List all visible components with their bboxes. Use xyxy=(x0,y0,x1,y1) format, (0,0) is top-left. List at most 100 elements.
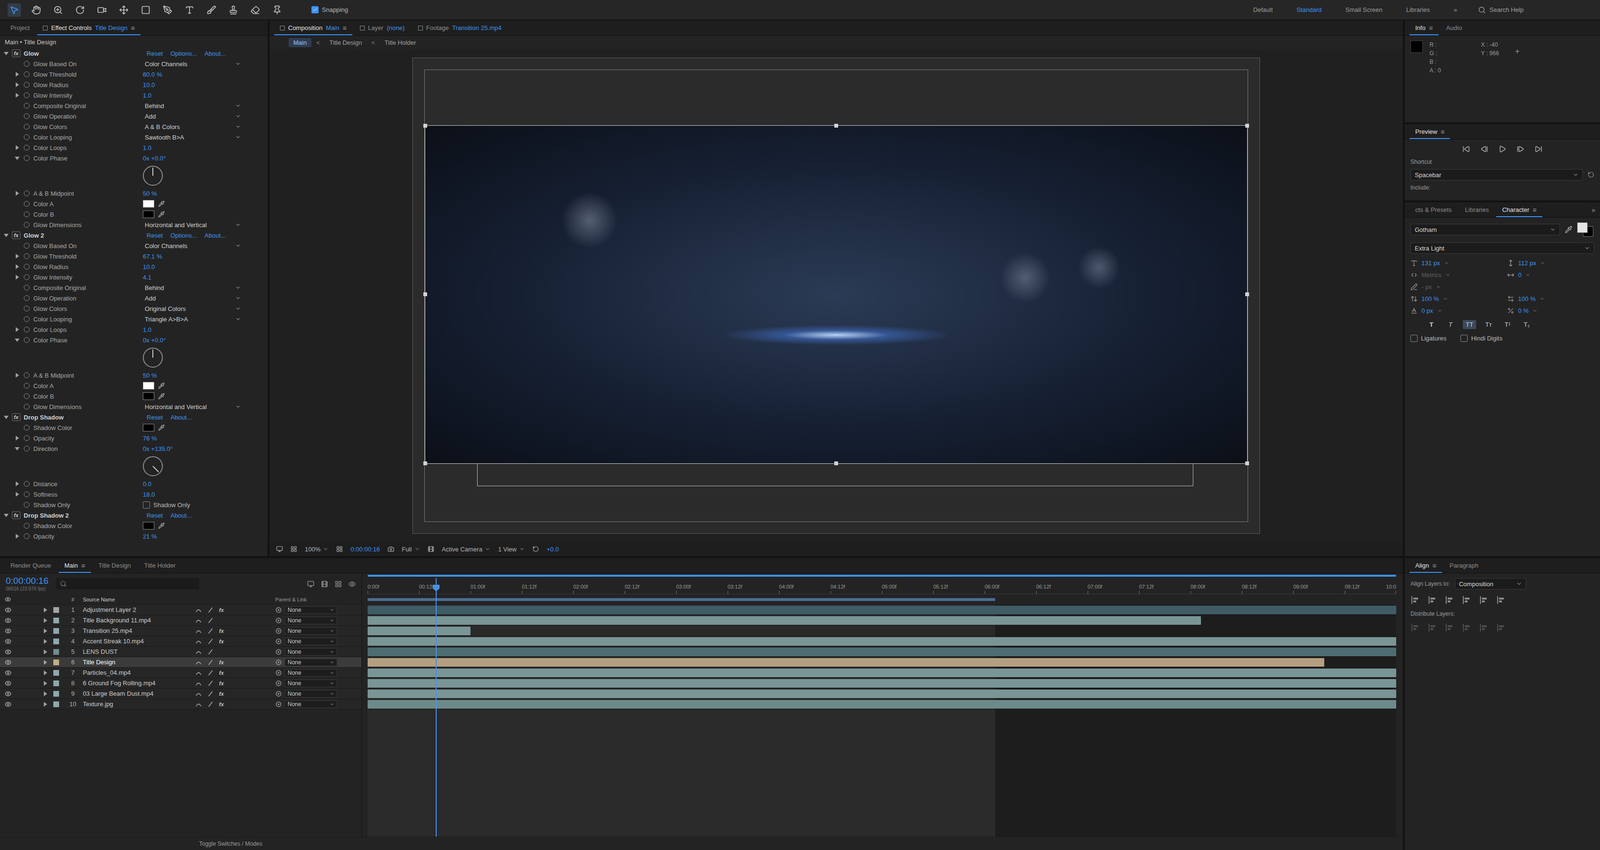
zoom-select[interactable]: 100% xyxy=(304,545,329,553)
breadcrumb[interactable]: Main xyxy=(288,38,312,48)
lock-icon[interactable] xyxy=(280,25,285,31)
stopwatch-icon[interactable] xyxy=(23,491,30,498)
eyedropper-icon[interactable] xyxy=(158,522,165,530)
guides-icon[interactable] xyxy=(336,545,343,553)
font-style-select[interactable]: Extra Light xyxy=(1410,242,1595,254)
panel-tab[interactable]: Info≡ xyxy=(1409,20,1439,36)
eyedropper-icon[interactable] xyxy=(158,424,165,431)
fx-badge[interactable]: fx xyxy=(11,49,21,58)
layer-row[interactable]: 2Title Background 11.mp4None xyxy=(0,615,362,626)
label-color[interactable] xyxy=(53,690,60,697)
text-style-button[interactable]: T xyxy=(1424,320,1439,330)
stopwatch-icon[interactable] xyxy=(23,221,30,228)
eraser-tool[interactable] xyxy=(248,3,262,17)
panel-tab[interactable]: FootageTransition 25.mp4 xyxy=(412,20,508,35)
panel-tab[interactable]: CompositionMain≡ xyxy=(274,20,353,36)
stopwatch-icon[interactable] xyxy=(23,393,30,400)
label-color[interactable] xyxy=(53,659,60,666)
panel-tab[interactable]: cts & Presets xyxy=(1409,202,1458,217)
align-icon[interactable] xyxy=(1496,595,1506,605)
hand-tool[interactable] xyxy=(29,3,43,17)
quality-icon[interactable] xyxy=(207,617,214,624)
viewer-timecode[interactable]: 0:00:00:16 xyxy=(350,545,380,553)
toggle-switches-modes[interactable]: Toggle Switches / Modes xyxy=(199,840,263,848)
time-navigator[interactable] xyxy=(367,573,1397,579)
property-value[interactable]: 67.1 % xyxy=(142,252,162,260)
puppet-tool[interactable] xyxy=(270,3,284,17)
stopwatch-icon[interactable] xyxy=(23,382,30,389)
pick-whip-icon[interactable] xyxy=(275,700,282,708)
parent-select[interactable]: None xyxy=(284,616,338,625)
twirl-icon[interactable] xyxy=(15,92,20,98)
lock-icon[interactable] xyxy=(42,25,48,31)
property-dropdown[interactable]: Add xyxy=(142,294,243,303)
quality-icon[interactable] xyxy=(207,607,214,613)
stopwatch-icon[interactable] xyxy=(23,522,30,529)
stopwatch-icon[interactable] xyxy=(23,501,30,508)
stopwatch-icon[interactable] xyxy=(23,144,30,151)
stopwatch-icon[interactable] xyxy=(23,242,30,249)
property-dropdown[interactable]: Original Colors xyxy=(142,304,243,313)
effect-link[interactable]: Options... xyxy=(170,231,198,240)
panel-tab[interactable]: Audio xyxy=(1440,20,1468,35)
layer-bar[interactable] xyxy=(367,605,1397,615)
quality-icon[interactable] xyxy=(207,659,214,666)
stopwatch-icon[interactable] xyxy=(23,316,30,322)
eyedropper-icon[interactable] xyxy=(158,382,165,390)
effects-switch[interactable]: fx xyxy=(219,701,224,708)
twirl-icon[interactable] xyxy=(15,435,20,441)
pen-tool[interactable] xyxy=(160,3,175,17)
panel-overflow[interactable]: » xyxy=(1591,206,1596,214)
panel-tab[interactable]: Character≡ xyxy=(1496,202,1542,218)
quality-icon[interactable] xyxy=(207,628,214,634)
character-field[interactable]: 0 px xyxy=(1410,307,1498,315)
fx-badge[interactable]: fx xyxy=(11,413,21,421)
twirl-icon[interactable] xyxy=(14,338,20,342)
property-value[interactable]: 1.0 xyxy=(142,326,152,334)
property-dropdown[interactable]: Horizontal and Vertical xyxy=(142,220,243,230)
color-swatch[interactable] xyxy=(142,200,155,208)
eye-icon[interactable] xyxy=(4,627,12,635)
fx-badge[interactable]: fx xyxy=(11,511,21,520)
effects-switch[interactable]: fx xyxy=(219,690,224,697)
effect-link[interactable]: Reset xyxy=(146,413,163,421)
layer-bar[interactable] xyxy=(367,700,1397,709)
parent-select[interactable]: None xyxy=(284,606,338,614)
property-dropdown[interactable]: Color Channels xyxy=(142,241,243,250)
distribute-icon[interactable] xyxy=(1410,622,1420,633)
parent-select[interactable]: None xyxy=(284,627,338,635)
twirl-icon[interactable] xyxy=(15,481,20,487)
layer-handle[interactable] xyxy=(1245,123,1250,128)
eye-icon[interactable] xyxy=(4,638,12,645)
previous-frame-icon[interactable] xyxy=(1480,145,1489,153)
stopwatch-icon[interactable] xyxy=(23,263,30,270)
pick-whip-icon[interactable] xyxy=(275,680,282,687)
effect-link[interactable]: About... xyxy=(170,511,192,520)
text-style-button[interactable]: Tт xyxy=(1481,320,1496,330)
stopwatch-icon[interactable] xyxy=(23,253,30,260)
rotate-tool[interactable] xyxy=(73,3,87,17)
quality-icon[interactable] xyxy=(207,690,214,697)
workspace-tab[interactable]: Default xyxy=(1245,4,1281,16)
twirl-icon[interactable] xyxy=(43,618,48,623)
panel-tab[interactable]: Align≡ xyxy=(1409,558,1442,573)
eyedropper-icon[interactable] xyxy=(158,392,165,400)
comp-mini-flowchart-icon[interactable] xyxy=(307,580,315,588)
stopwatch-icon[interactable] xyxy=(23,295,30,301)
layer-bar[interactable] xyxy=(367,616,1201,625)
effect-link[interactable]: About... xyxy=(204,50,227,58)
effects-switch[interactable]: fx xyxy=(219,670,224,676)
align-icon[interactable] xyxy=(1444,595,1455,605)
property-dropdown[interactable]: Behind xyxy=(142,283,243,292)
property-dropdown[interactable]: Horizontal and Vertical xyxy=(142,402,243,411)
layer-row[interactable]: 5LENS DUSTNone xyxy=(0,646,362,658)
workspace-tab[interactable]: Libraries xyxy=(1398,4,1438,16)
layer-row[interactable]: 1Adjustment Layer 2fxNone xyxy=(0,604,362,616)
label-color[interactable] xyxy=(53,701,60,708)
pick-whip-icon[interactable] xyxy=(275,627,282,635)
twirl-icon[interactable] xyxy=(43,680,48,686)
quality-icon[interactable] xyxy=(207,670,214,676)
panel-tab[interactable]: Main≡ xyxy=(58,558,91,573)
twirl-icon[interactable] xyxy=(43,691,48,697)
property-value[interactable]: 0x +0.0° xyxy=(142,336,166,344)
